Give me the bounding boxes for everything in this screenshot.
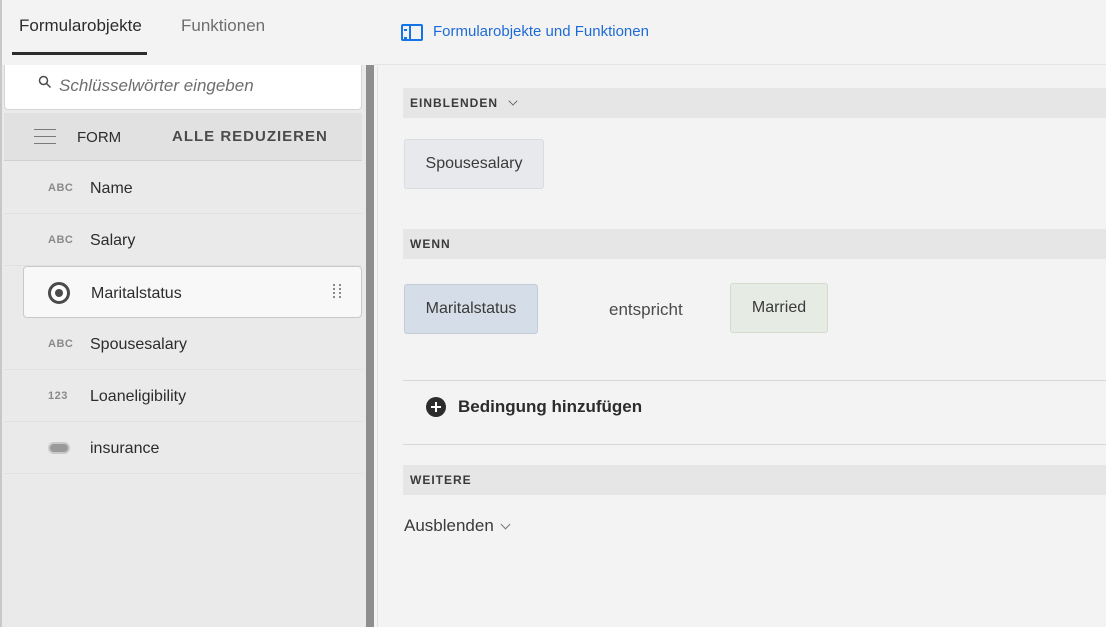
divider: [403, 444, 1106, 445]
tree-item-label: Name: [90, 180, 133, 197]
divider: [403, 380, 1106, 381]
tree-item-spousesalary[interactable]: ABC Spousesalary: [4, 318, 362, 370]
when-section-header: WENN: [403, 229, 1106, 259]
plus-circle-icon: [426, 397, 446, 417]
rule-editor: EINBLENDEN Spousesalary WENN Maritalstat…: [377, 66, 1106, 627]
tree-item-label: Maritalstatus: [91, 285, 182, 302]
show-section-header[interactable]: EINBLENDEN: [403, 88, 1106, 118]
else-action-dropdown[interactable]: Ausblenden: [404, 516, 511, 536]
active-tab-indicator: [12, 52, 147, 55]
search-icon: [38, 75, 52, 89]
toggle-icon: [48, 442, 70, 454]
tree-item-label: Loaneligibility: [90, 388, 187, 405]
show-section-title: EINBLENDEN: [410, 96, 499, 110]
rule-editor-header: Formularobjekte und Funktionen: [374, 0, 1106, 65]
tree-item-salary[interactable]: ABC Salary: [4, 214, 362, 266]
tree-item-label: insurance: [90, 440, 160, 457]
else-section-title: WEITERE: [410, 473, 472, 487]
tree-item-label: Spousesalary: [90, 336, 187, 353]
search-box: [4, 65, 362, 110]
splitter-top: [366, 0, 374, 65]
radio-button-icon: [48, 282, 70, 304]
tree-item-label: Salary: [90, 232, 136, 249]
form-label: FORM: [77, 129, 122, 146]
tree-item-maritalstatus[interactable]: Maritalstatus: [23, 266, 362, 318]
collapse-all-button[interactable]: ALLE REDUZIEREN: [172, 128, 328, 145]
text-field-icon: ABC: [48, 338, 74, 350]
form-tree-header: FORM ALLE REDUZIEREN: [4, 113, 362, 161]
left-tab-bar: Formularobjekte Funktionen: [2, 0, 366, 65]
tree-item-loaneligibility[interactable]: 123 Loaneligibility: [4, 370, 362, 422]
tab-functions[interactable]: Funktionen: [181, 16, 265, 56]
add-condition-label: Bedingung hinzufügen: [458, 397, 643, 416]
panel-toggle-icon[interactable]: [401, 24, 423, 41]
drag-handle-icon[interactable]: [333, 284, 341, 302]
panel-splitter[interactable]: [366, 65, 374, 627]
tree-item-insurance[interactable]: insurance: [4, 422, 362, 474]
tree-item-name[interactable]: ABC Name: [4, 162, 362, 214]
else-section-header: WEITERE: [403, 465, 1106, 495]
tab-form-objects[interactable]: Formularobjekte: [19, 16, 142, 56]
numeric-field-icon: 123: [48, 390, 68, 402]
when-section-title: WENN: [410, 237, 451, 251]
form-objects-tree: ABC Name ABC Salary Maritalstatus ABC Sp…: [4, 162, 362, 627]
condition-field-chip[interactable]: Maritalstatus: [404, 284, 538, 334]
form-objects-functions-link[interactable]: Formularobjekte und Funktionen: [433, 23, 649, 40]
else-action-label: Ausblenden: [404, 516, 494, 535]
add-condition-button[interactable]: Bedingung hinzufügen: [426, 396, 642, 418]
text-field-icon: ABC: [48, 182, 74, 194]
condition-operator[interactable]: entspricht: [609, 300, 683, 320]
chevron-down-icon: [500, 519, 511, 529]
text-field-icon: ABC: [48, 234, 74, 246]
show-target-chip[interactable]: Spousesalary: [404, 139, 544, 189]
search-input[interactable]: [59, 75, 349, 97]
hamburger-icon[interactable]: [34, 129, 56, 145]
form-objects-panel: Formularobjekte Funktionen FORM ALLE RED…: [0, 0, 366, 627]
chevron-down-icon[interactable]: [508, 96, 518, 106]
condition-value-chip[interactable]: Married: [730, 283, 828, 333]
